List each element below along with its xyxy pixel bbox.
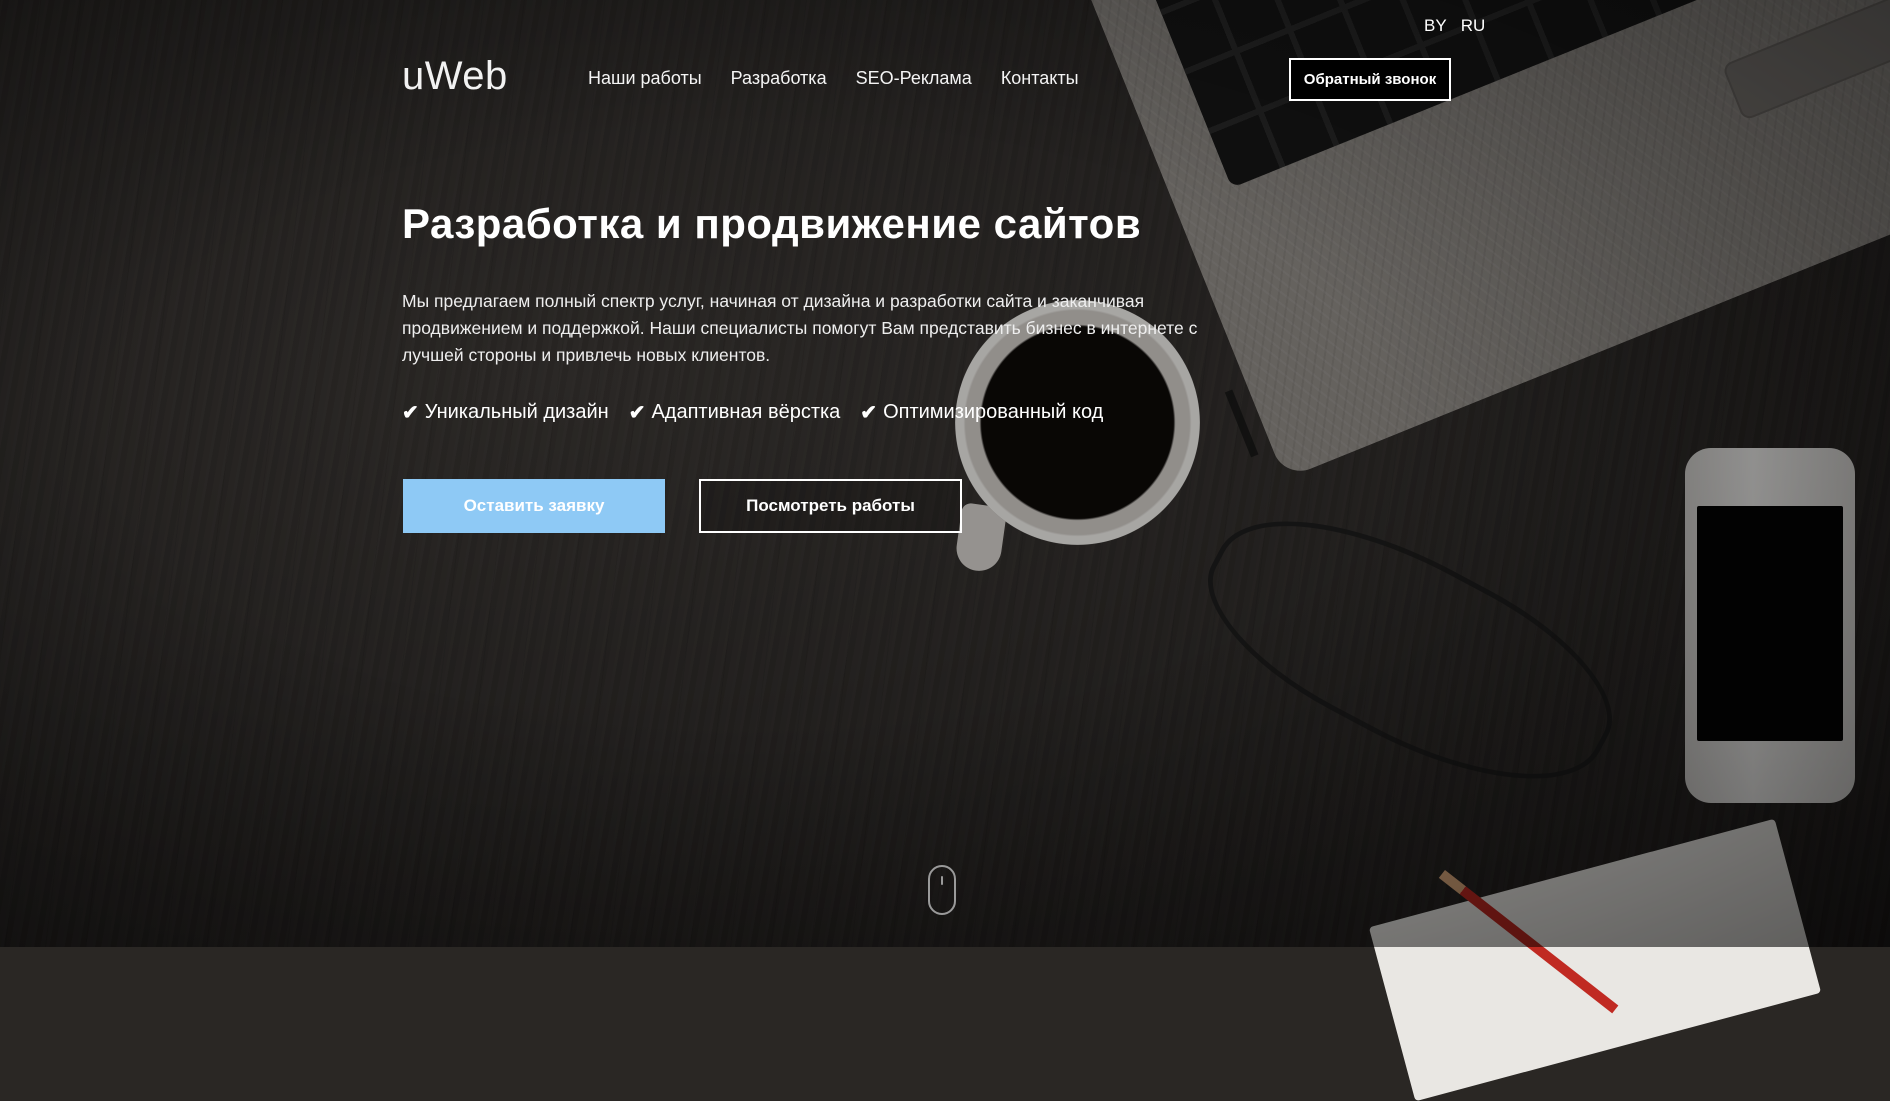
feature-item: ✔ Уникальный дизайн (402, 400, 609, 425)
check-icon: ✔ (860, 402, 878, 424)
mouse-scroll-icon[interactable] (928, 865, 956, 915)
submit-request-button[interactable]: Оставить заявку (403, 479, 665, 533)
callback-button[interactable]: Обратный звонок (1289, 58, 1451, 101)
lang-ru[interactable]: RU (1461, 16, 1486, 36)
feature-label: Оптимизированный код (883, 401, 1104, 423)
check-icon: ✔ (402, 402, 419, 424)
nav-item-works[interactable]: Наши работы (588, 68, 702, 89)
feature-item: ✔ Адаптивная вёрстка (629, 400, 841, 425)
feature-item: ✔ Оптимизированный код (860, 400, 1103, 425)
dark-overlay (0, 0, 1890, 947)
feature-list: ✔ Уникальный дизайн ✔ Адаптивная вёрстка… (402, 400, 1103, 425)
hero-description: Мы предлагаем полный спектр услуг, начин… (402, 291, 1198, 365)
feature-label: Адаптивная вёрстка (651, 401, 841, 423)
feature-label: Уникальный дизайн (424, 401, 609, 423)
site-logo[interactable]: uWeb (402, 54, 508, 99)
view-works-button[interactable]: Посмотреть работы (699, 479, 962, 533)
nav-item-seo[interactable]: SEO-Реклама (856, 68, 972, 89)
main-nav: Наши работы Разработка SEO-Реклама Конта… (588, 68, 1079, 89)
lang-by[interactable]: BY (1424, 16, 1447, 36)
nav-item-development[interactable]: Разработка (731, 68, 827, 89)
language-switcher: BY RU (1424, 16, 1485, 36)
hero-title: Разработка и продвижение сайтов (402, 200, 1142, 247)
nav-item-contacts[interactable]: Контакты (1001, 68, 1079, 89)
check-icon: ✔ (628, 402, 646, 424)
